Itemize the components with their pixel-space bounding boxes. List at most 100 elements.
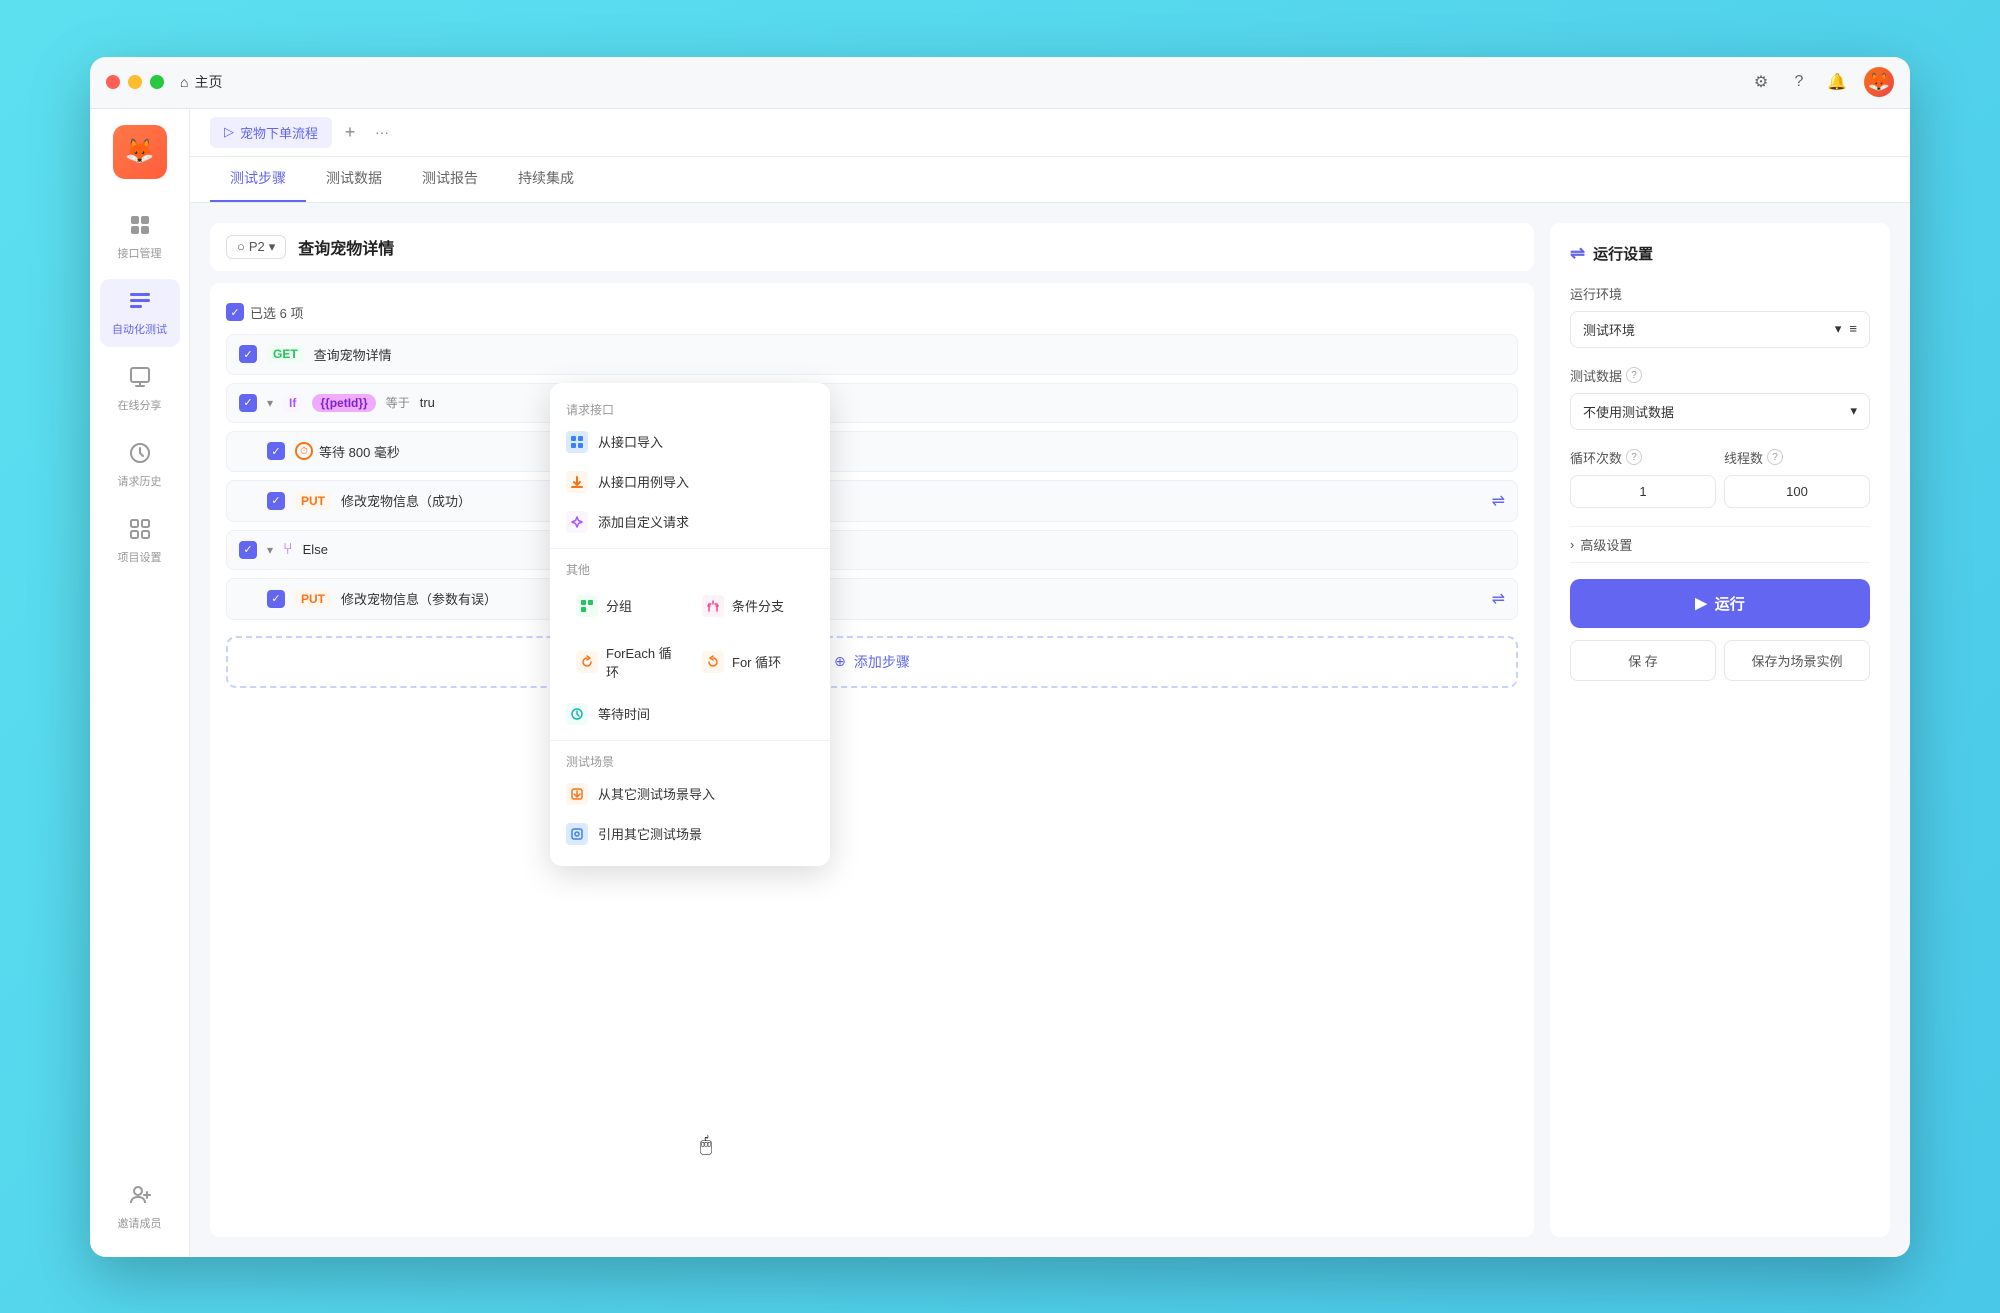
- dropdown-condition[interactable]: 条件分支: [692, 586, 814, 626]
- api-management-icon: [128, 213, 152, 241]
- tab-more-button[interactable]: ···: [368, 118, 396, 146]
- step-1-checkbox[interactable]: ✓: [239, 345, 257, 363]
- step-6-action[interactable]: ⇌: [1492, 589, 1505, 609]
- step-2-expand[interactable]: ▾: [267, 396, 273, 410]
- env-form-group: 运行环境 测试环境 ▾ ≡: [1570, 284, 1870, 348]
- step-6-checkbox[interactable]: ✓: [267, 590, 285, 608]
- step-item-5: ✓ ▾ ⑂ Else: [226, 530, 1518, 570]
- minimize-button[interactable]: [128, 75, 142, 89]
- sidebar-item-online-share[interactable]: 在线分享: [100, 355, 180, 423]
- step-2-checkbox[interactable]: ✓: [239, 394, 257, 412]
- dropdown-custom-request[interactable]: 添加自定义请求: [550, 502, 830, 542]
- data-select[interactable]: 不使用测试数据 ▾: [1570, 393, 1870, 430]
- tab-pet-order[interactable]: ▷ 宠物下单流程: [210, 117, 332, 148]
- priority-chevron: ▾: [269, 239, 276, 255]
- save-label: 保 存: [1628, 651, 1658, 670]
- sidebar-item-request-history[interactable]: 请求历史: [100, 431, 180, 499]
- thread-help-icon[interactable]: ?: [1767, 449, 1783, 465]
- step-2-equals: 等于: [386, 394, 410, 411]
- env-value: 测试环境: [1583, 320, 1635, 339]
- priority-value: P2: [249, 239, 265, 254]
- page-body: ○ P2 ▾ 查询宠物详情 ✓ 已选 6 项: [190, 203, 1910, 1257]
- help-icon[interactable]: ?: [1788, 71, 1810, 93]
- step-4-checkbox[interactable]: ✓: [267, 492, 285, 510]
- request-history-label: 请求历史: [118, 473, 162, 489]
- page-header: ○ P2 ▾ 查询宠物详情: [210, 223, 1534, 271]
- thread-label: 线程数 ?: [1724, 448, 1870, 467]
- step-5-checkbox[interactable]: ✓: [239, 541, 257, 559]
- maximize-button[interactable]: [150, 75, 164, 89]
- settings-icon[interactable]: ⚙: [1750, 71, 1772, 93]
- import-api-icon: [566, 431, 588, 453]
- loop-group: 循环次数 ?: [1570, 448, 1716, 508]
- env-expand-icon: ▾: [1835, 321, 1842, 337]
- tab-add-button[interactable]: +: [336, 118, 364, 146]
- bell-icon[interactable]: 🔔: [1826, 71, 1848, 93]
- dropdown-wait[interactable]: 等待时间: [550, 694, 830, 734]
- step-3-name: 等待 800 毫秒: [319, 442, 400, 461]
- add-step-button[interactable]: ⊕ 添加步骤: [226, 636, 1518, 688]
- step-item-6: ✓ PUT 修改宠物信息（参数有误） ⇌: [226, 578, 1518, 620]
- sidebar-item-api-management[interactable]: 接口管理: [100, 203, 180, 271]
- avatar[interactable]: 🦊: [1864, 67, 1894, 97]
- dropdown-import-api[interactable]: 从接口导入: [550, 422, 830, 462]
- close-button[interactable]: [106, 75, 120, 89]
- import-case-label: 从接口用例导入: [598, 472, 689, 491]
- foreach-icon: [576, 651, 598, 673]
- custom-request-icon: [566, 511, 588, 533]
- save-scene-button[interactable]: 保存为场景实例: [1724, 640, 1870, 681]
- run-button[interactable]: ▶ 运行: [1570, 579, 1870, 628]
- step-3-checkbox[interactable]: ✓: [267, 442, 285, 460]
- dropdown-for[interactable]: For 循环: [692, 634, 814, 690]
- step-5-expand[interactable]: ▾: [267, 543, 273, 557]
- step-4-action[interactable]: ⇌: [1492, 491, 1505, 511]
- invite-members-label: 邀请成员: [118, 1215, 162, 1231]
- for-label: For 循环: [732, 652, 781, 671]
- ref-scene-label: 引用其它测试场景: [598, 824, 702, 843]
- env-select[interactable]: 测试环境 ▾ ≡: [1570, 311, 1870, 348]
- data-help-icon[interactable]: ?: [1626, 367, 1642, 383]
- group-label: 分组: [606, 596, 632, 615]
- priority-dropdown[interactable]: ○ P2 ▾: [226, 235, 286, 259]
- dropdown-group[interactable]: 分组: [566, 586, 688, 626]
- dropdown-other-row-2: ForEach 循环 For 循环: [550, 630, 830, 694]
- thread-input[interactable]: [1724, 475, 1870, 508]
- titlebar-text: 主页: [194, 72, 222, 92]
- selected-count: ✓ 已选 6 项: [226, 299, 1518, 326]
- sub-tab-ci[interactable]: 持续集成: [498, 156, 594, 202]
- save-button[interactable]: 保 存: [1570, 640, 1716, 681]
- main-window: ⌂ 主页 ⚙ ? 🔔 🦊 🦊: [90, 57, 1910, 1257]
- divider-1: [550, 548, 830, 549]
- sub-tab-test-steps[interactable]: 测试步骤: [210, 156, 306, 202]
- thread-group: 线程数 ?: [1724, 448, 1870, 508]
- add-step-dropdown: 请求接口 从接口导入: [550, 383, 830, 866]
- dropdown-import-scene[interactable]: 从其它测试场景导入: [550, 774, 830, 814]
- step-4-name: 修改宠物信息（成功）: [341, 491, 1482, 510]
- dropdown-foreach[interactable]: ForEach 循环: [566, 634, 688, 690]
- loop-input[interactable]: [1570, 475, 1716, 508]
- project-settings-icon: [128, 517, 152, 545]
- loop-help-icon[interactable]: ?: [1626, 449, 1642, 465]
- dropdown-import-case[interactable]: 从接口用例导入: [550, 462, 830, 502]
- step-item-3: ✓ ⏱ 等待 800 毫秒: [226, 431, 1518, 472]
- sub-tab-test-report[interactable]: 测试报告: [402, 156, 498, 202]
- step-item-2: ✓ ▾ If {{petId}} 等于 tru: [226, 383, 1518, 423]
- else-icon: ⑂: [283, 541, 293, 559]
- condition-icon: [702, 595, 724, 617]
- step-1-name: 查询宠物详情: [314, 345, 1505, 364]
- sub-tab-test-data[interactable]: 测试数据: [306, 156, 402, 202]
- content-area: ▷ 宠物下单流程 + ··· 测试步骤 测试数据 测试报告 持续集成: [190, 109, 1910, 1257]
- settings-panel-label: 运行设置: [1593, 243, 1653, 264]
- selected-count-label: 已选 6 项: [250, 303, 303, 322]
- advanced-settings-toggle[interactable]: › 高级设置: [1570, 526, 1870, 563]
- titlebar: ⌂ 主页 ⚙ ? 🔔 🦊: [90, 57, 1910, 109]
- main-layout: 🦊 接口管理: [90, 109, 1910, 1257]
- dropdown-section-scene: 测试场景: [550, 747, 830, 774]
- page-title: 查询宠物详情: [298, 235, 394, 259]
- sidebar-item-project-settings[interactable]: 项目设置: [100, 507, 180, 575]
- select-all-checkbox[interactable]: ✓: [226, 303, 244, 321]
- sidebar-item-invite-members[interactable]: 邀请成员: [100, 1173, 180, 1241]
- sidebar-item-auto-test[interactable]: 自动化测试: [100, 279, 180, 347]
- sidebar-logo[interactable]: 🦊: [113, 125, 167, 179]
- dropdown-ref-scene[interactable]: 引用其它测试场景: [550, 814, 830, 854]
